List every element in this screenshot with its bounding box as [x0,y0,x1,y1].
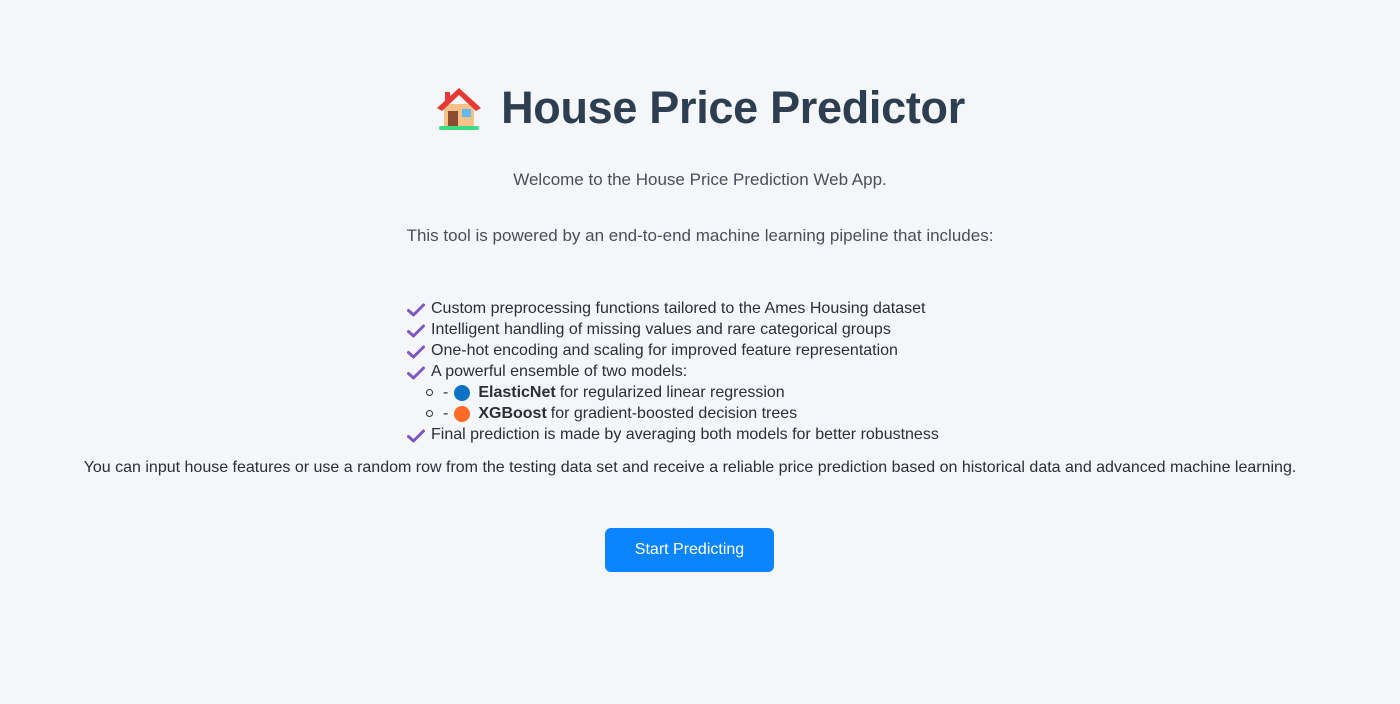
check-icon [407,323,425,337]
list-item: Custom preprocessing functions tailored … [407,298,1107,319]
check-icon [407,428,425,442]
title-row: House Price Predictor [0,82,1400,134]
start-predicting-button[interactable]: Start Predicting [605,528,774,572]
orange-circle-icon [454,405,471,422]
model-description: for regularized linear regression [559,384,785,401]
list-item: Intelligent handling of missing values a… [407,319,1107,340]
feature-text: One-hot encoding and scaling for improve… [431,342,898,359]
circle-bullet-icon [426,389,433,396]
dash: - [443,384,449,401]
check-icon [407,365,425,379]
page: House Price Predictor Welcome to the Hou… [0,0,1400,704]
page-title: House Price Predictor [501,82,965,133]
list-item: One-hot encoding and scaling for improve… [407,340,1107,361]
intro-text: This tool is powered by an end-to-end ma… [406,226,994,245]
check-icon [407,344,425,358]
list-item: Final prediction is made by averaging bo… [407,424,1107,445]
closing-text: You can input house features or use a ra… [83,459,1297,476]
feature-text: A powerful ensemble of two models: [431,363,688,380]
circle-bullet-icon [426,410,433,417]
feature-text: Intelligent handling of missing values a… [431,321,891,338]
list-item: A powerful ensemble of two models: [407,361,1107,382]
model-item-elasticnet: - ElasticNet for regularized linear regr… [407,382,1107,403]
model-name: ElasticNet [478,384,556,401]
house-icon [435,84,483,132]
model-description: for gradient-boosted decision trees [550,405,798,422]
check-icon [407,302,425,316]
model-name: XGBoost [478,405,547,422]
feature-text: Custom preprocessing functions tailored … [431,300,926,317]
feature-text: Final prediction is made by averaging bo… [431,426,939,443]
model-item-xgboost: - XGBoost for gradient-boosted decision … [407,403,1107,424]
blue-circle-icon [454,384,471,401]
welcome-text: Welcome to the House Price Prediction We… [513,170,887,189]
feature-list: Custom preprocessing functions tailored … [407,298,1107,445]
dash: - [443,405,449,422]
